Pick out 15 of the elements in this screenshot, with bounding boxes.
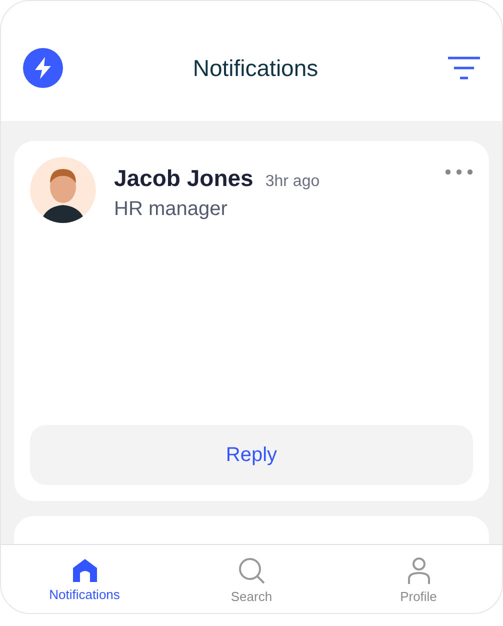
sender-role: HR manager — [114, 198, 228, 221]
nav-tab[interactable]: Profile — [335, 545, 502, 613]
more-icon[interactable] — [445, 169, 473, 175]
filter-icon[interactable] — [448, 56, 480, 80]
nav-tab[interactable]: Notifications — [1, 545, 168, 613]
avatar — [30, 157, 96, 223]
nav-tab[interactable]: Search — [168, 545, 335, 613]
home-icon — [72, 557, 98, 583]
page-title: Notifications — [192, 54, 318, 82]
lightning-icon[interactable] — [23, 48, 63, 88]
reply-button[interactable]: Reply — [30, 425, 473, 485]
search-icon — [238, 557, 266, 585]
user-icon — [408, 557, 430, 585]
timestamp: 3hr ago — [265, 173, 320, 191]
sender-name: Jacob Jones — [114, 165, 254, 192]
